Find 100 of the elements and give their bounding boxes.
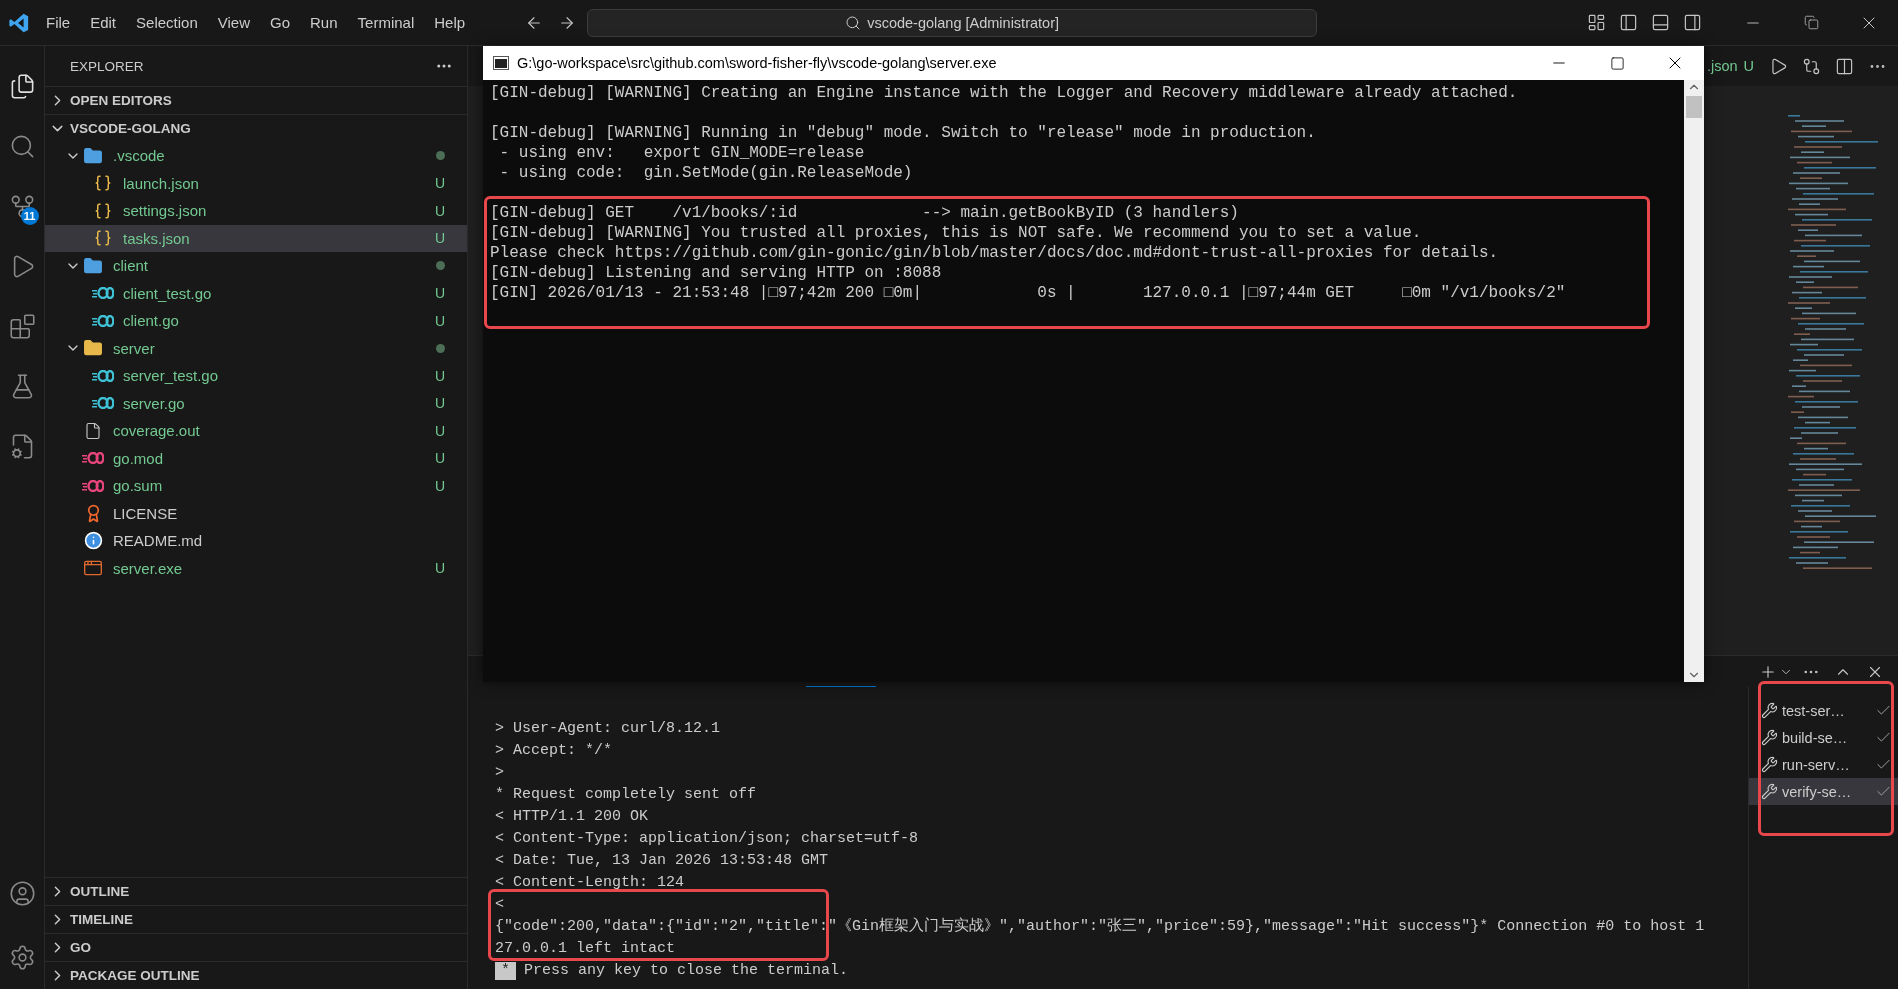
tab-indicator <box>806 686 876 687</box>
terminal-line: < Date: Tue, 13 Jan 2026 13:53:48 GMT <box>495 851 830 871</box>
task-item[interactable]: verify-se… <box>1749 778 1898 805</box>
count-badge: 11 <box>20 207 39 225</box>
git-status: U <box>433 422 447 439</box>
editor-tab[interactable]: .json U <box>1706 58 1754 74</box>
file-name: client <box>113 257 150 275</box>
wrench-icon <box>1761 783 1778 800</box>
file-name: server.go <box>123 394 186 412</box>
go-file-icon <box>82 452 104 465</box>
terminal-line: > User-Agent: curl/8.12.1 <box>495 719 722 739</box>
menu-item[interactable]: Edit <box>80 14 127 31</box>
file-name: go.sum <box>113 477 164 495</box>
git-status: U <box>433 560 447 577</box>
terminal-line: < Content-Length: 124 <box>495 873 686 893</box>
blocks-icon[interactable] <box>8 312 36 340</box>
restore-icon[interactable] <box>1803 15 1819 30</box>
terminal-line: Press any key to close the terminal. <box>524 962 849 979</box>
git-status: U <box>433 395 447 412</box>
file-name: client.go <box>123 312 180 330</box>
tree-item[interactable]: server.exe U <box>45 554 467 582</box>
section-header[interactable]: GO <box>45 933 467 961</box>
panel-bottom-icon[interactable] <box>1650 13 1670 32</box>
play-icon[interactable] <box>1769 56 1788 76</box>
go-file-icon <box>92 287 114 300</box>
terminal-line: > Accept: */* <box>495 741 614 761</box>
go-file-icon <box>82 479 104 492</box>
compare-icon[interactable] <box>1802 56 1821 76</box>
git-status: U <box>433 450 447 467</box>
tree-item[interactable]: client <box>45 252 467 280</box>
terminal-line: < <box>495 895 505 915</box>
terminal-line: < HTTP/1.1 200 OK <box>495 807 650 827</box>
tree-item[interactable]: go.mod U <box>45 444 467 472</box>
console-line: [GIN-debug] GET /v1/books/:id --> main.getBookByID (3 handlers) <box>490 203 1240 223</box>
tree-item[interactable]: server.go U <box>45 389 467 417</box>
logo-icon <box>8 11 30 34</box>
menu-item[interactable]: Selection <box>126 14 208 31</box>
panel-left-icon[interactable] <box>1618 13 1638 32</box>
menu-item[interactable]: Go <box>260 14 300 31</box>
tree-item[interactable]: .vscode <box>45 142 467 170</box>
task-item[interactable]: test-ser… <box>1749 697 1898 724</box>
tree-item[interactable]: go.sum U <box>45 472 467 500</box>
git-status: U <box>433 230 447 247</box>
menu-item[interactable]: View <box>207 14 260 31</box>
task-item[interactable]: build-se… <box>1749 724 1898 751</box>
go-file-icon <box>92 397 114 410</box>
braces-icon <box>94 174 112 193</box>
account-icon[interactable] <box>8 879 36 907</box>
prompt-marker: * <box>495 962 516 980</box>
menu-item[interactable]: File <box>36 14 81 31</box>
tree-item[interactable]: server_test.go U <box>45 362 467 390</box>
file-name: launch.json <box>123 174 200 192</box>
git-status: U <box>433 175 447 192</box>
section-header[interactable]: OPEN EDITORS <box>45 86 467 114</box>
git-status: U <box>433 285 447 302</box>
git-status: U <box>433 202 447 219</box>
split-editor-icon[interactable] <box>1835 56 1854 76</box>
section-header[interactable]: TIMELINE <box>45 905 467 933</box>
tree-item[interactable]: LICENSE <box>45 499 467 527</box>
tree-item[interactable]: settings.json U <box>45 197 467 225</box>
tree-item[interactable]: README.md <box>45 527 467 555</box>
window-title: G:\go-workspace\src\github.com\sword-fisher-fly\vscode-golang\server.exe <box>517 55 998 71</box>
section-header[interactable]: PACKAGE OUTLINE <box>45 961 467 989</box>
console-line: - using code: gin.SetMode(gin.ReleaseMode) <box>498 163 914 183</box>
go-file-icon <box>92 369 114 382</box>
menu-item[interactable]: Terminal <box>347 14 425 31</box>
section-header[interactable]: VSCODE-GOLANG <box>45 114 467 142</box>
maximize-icon[interactable] <box>1609 55 1625 71</box>
menu-item[interactable]: Help <box>424 14 476 31</box>
terminal-line: * Request completely sent off <box>495 785 758 805</box>
console-line: - using env: export GIN_MODE=release <box>498 143 866 163</box>
panel-right-icon[interactable] <box>1682 13 1702 32</box>
console-line: [GIN] 2026/01/13 - 21:53:48 |□97;42m 200 □0m| 0s | 127.0.0.1 |□97;44m GET □0m "/v1/books/2" <box>490 283 1567 303</box>
file-name: server_test.go <box>123 367 220 385</box>
wrench-icon <box>1761 729 1778 746</box>
tree-item[interactable]: launch.json U <box>45 169 467 197</box>
file-name: README.md <box>113 532 204 550</box>
file-icon <box>84 421 102 440</box>
section-header[interactable]: OUTLINE <box>45 877 467 905</box>
console-app-icon <box>493 56 509 70</box>
scrollbar-thumb[interactable] <box>1686 96 1702 118</box>
console-line: [GIN-debug] [WARNING] Creating an Engine instance with the Logger and Recovery middleware already attached. <box>490 83 1519 103</box>
file-name: server <box>113 339 156 357</box>
git-status: U <box>433 367 447 384</box>
tree-item[interactable]: coverage.out U <box>45 417 467 445</box>
search-icon <box>845 14 862 31</box>
terminal-line: > <box>495 763 505 783</box>
task-item[interactable]: run-serv… <box>1749 751 1898 778</box>
file-name: tasks.json <box>123 229 191 247</box>
braces-icon <box>94 229 112 248</box>
tree-item[interactable]: client_test.go U <box>45 279 467 307</box>
console-line: [GIN-debug] [WARNING] You trusted all proxies, this is NOT safe. We recommend you to set a value. <box>490 223 1423 243</box>
command-search-field[interactable]: vscode-golang [Administrator] <box>587 8 1318 37</box>
layout-icon[interactable] <box>1586 13 1606 32</box>
menu-item[interactable]: Run <box>300 14 348 31</box>
tree-item[interactable]: server <box>45 334 467 362</box>
tree-item[interactable]: client.go U <box>45 307 467 335</box>
file-name: client_test.go <box>123 284 213 302</box>
braces-icon <box>94 201 112 220</box>
tree-item[interactable]: tasks.json U <box>45 224 467 252</box>
